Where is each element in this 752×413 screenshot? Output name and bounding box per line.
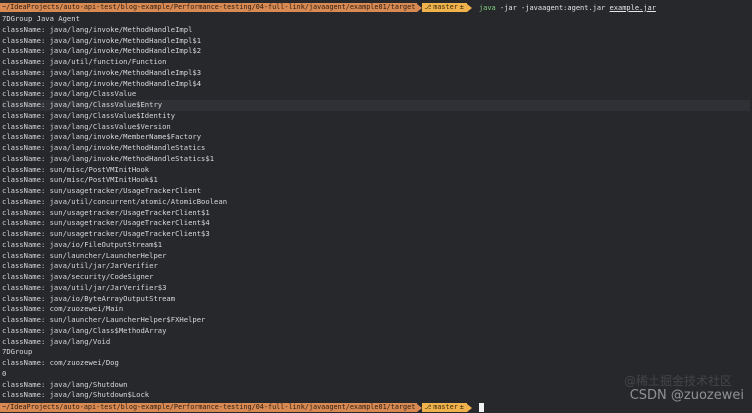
output-line: className: java/lang/ClassValue$Version: [2, 121, 171, 131]
output-line: className: sun/usagetracker/UsageTracker…: [2, 229, 210, 238]
branch-name: master: [433, 403, 458, 411]
output-line: className: java/io/ByteArrayOutputStream: [2, 293, 176, 303]
terminal-output: 7DGroup Java Agent className: java/lang/i…: [2, 14, 750, 401]
output-line: className: sun/usagetracker/UsageTracker…: [2, 186, 202, 195]
output-line: className: java/util/jar/JarVerifier: [2, 261, 158, 271]
output-line: className: com/zuozewei/Main: [2, 304, 124, 314]
prompt-separator-arrow: [466, 3, 472, 12]
prompt-separator-arrow: [466, 403, 472, 412]
output-line: className: java/io/FileOutputStream$1: [2, 239, 163, 249]
prompt-branch: ⎇ master ±: [422, 403, 467, 412]
output-line: className: sun/launcher/LauncherHelper$F…: [2, 315, 206, 324]
output-line: className: java/util/concurrent/atomic/A…: [2, 196, 228, 206]
output-line: className: java/util/jar/JarVerifier$3: [2, 282, 167, 292]
output-line: className: sun/misc/PostVMInitHook: [2, 164, 150, 174]
output-line: className: java/lang/invoke/MemberName$F…: [2, 132, 202, 142]
output-line: className: java/lang/invoke/MethodHandle…: [2, 143, 206, 152]
output-line: className: com/zuozewei/Dog: [2, 358, 119, 367]
output-line: className: java/lang/invoke/MethodHandle…: [2, 24, 193, 34]
branch-status: ±: [459, 3, 464, 11]
git-branch-icon: ⎇: [424, 404, 432, 411]
output-line: className: java/lang/invoke/MethodHandle…: [2, 78, 202, 88]
command-args: -jar -javaagent:agent.jar: [499, 3, 606, 12]
output-line: className: java/lang/Void: [2, 336, 111, 346]
output-line: 7DGroup: [2, 347, 33, 357]
text-cursor[interactable]: [478, 403, 484, 412]
output-line: className: java/lang/Class$MethodArray: [2, 325, 167, 335]
output-line: className: sun/usagetracker/UsageTracker…: [2, 218, 210, 228]
terminal-window[interactable]: ~/IdeaProjects/auto-api-test/blog-exampl…: [0, 0, 752, 413]
prompt-path: ~/IdeaProjects/auto-api-test/blog-exampl…: [0, 403, 418, 412]
prompt-line-current[interactable]: ~/IdeaProjects/auto-api-test/blog-exampl…: [0, 403, 752, 412]
output-line: className: sun/launcher/LauncherHelper: [2, 250, 167, 260]
command-text: java -jar -javaagent:agent.jar example.j…: [479, 4, 656, 12]
prompt-line: ~/IdeaProjects/auto-api-test/blog-exampl…: [0, 3, 752, 12]
output-line: 7DGroup Java Agent: [2, 14, 80, 23]
output-line: className: java/lang/ClassValue$Identity: [2, 110, 176, 120]
output-line: className: java/lang/invoke/MethodHandle…: [2, 153, 215, 163]
output-line: className: java/lang/invoke/MethodHandle…: [2, 67, 202, 77]
output-line: className: java/lang/invoke/MethodHandle…: [2, 35, 202, 45]
command-file: example.jar: [609, 3, 656, 12]
command-keyword: java: [478, 3, 496, 12]
output-line: className: java/lang/invoke/MethodHandle…: [2, 46, 202, 56]
output-line: className: sun/usagetracker/UsageTracker…: [2, 207, 210, 217]
prompt-branch: ⎇ master ±: [422, 3, 467, 12]
output-line: className: sun/misc/PostVMInitHook$1: [2, 175, 158, 185]
watermark: CSDN @zuozewei: [629, 388, 744, 403]
output-line: className: java/lang/ClassValue: [2, 89, 137, 99]
output-line: className: java/lang/ClassValue$Entry: [2, 100, 750, 111]
output-line: className: java/security/CodeSigner: [2, 272, 154, 281]
output-line: className: java/util/function/Function: [2, 57, 167, 66]
branch-name: master: [433, 3, 458, 11]
git-branch-icon: ⎇: [424, 4, 432, 11]
prompt-path: ~/IdeaProjects/auto-api-test/blog-exampl…: [0, 3, 418, 12]
branch-status: ±: [459, 403, 464, 411]
watermark-faint: @稀土掘金技术社区: [623, 374, 732, 388]
